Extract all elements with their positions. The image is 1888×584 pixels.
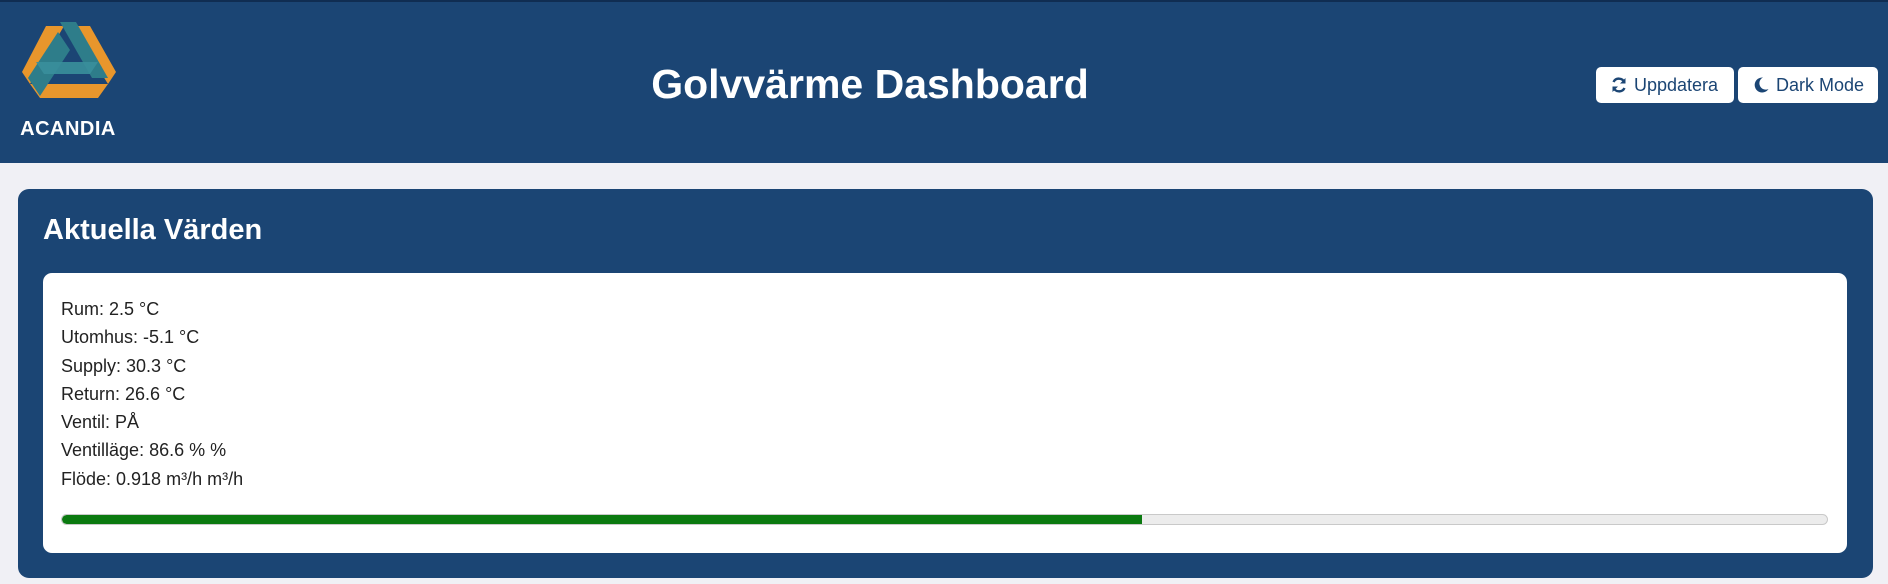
refresh-icon [1612, 77, 1626, 93]
room-temp-value: Rum: 2.5 °C [61, 299, 160, 319]
values-panel: Rum: 2.5 °C Utomhus: -5.1 °C Supply: 30.… [43, 273, 1847, 553]
current-values-card: Aktuella Värden Rum: 2.5 °C Utomhus: -5.… [18, 189, 1873, 578]
refresh-button-label: Uppdatera [1634, 75, 1719, 95]
valve-position-value: Ventilläge: 86.6 % % [61, 440, 227, 461]
page-title: Golvvärme Dashboard [651, 61, 1089, 107]
logo-text: ACANDIA [20, 118, 116, 140]
supply-temp-value: Supply: 30.3 °C [61, 355, 187, 376]
dark-mode-button[interactable]: Dark Mode [1738, 67, 1878, 103]
refresh-button[interactable]: Uppdatera [1596, 67, 1734, 103]
outdoor-temp-value: Utomhus: -5.1 °C [61, 327, 200, 348]
flow-value: Flöde: 0.918 m³/h m³/h [61, 468, 244, 489]
values-list: Rum: 2.5 °C Utomhus: -5.1 °C Supply: 30.… [61, 295, 243, 493]
valve-state-value: Ventil: PÅ [61, 412, 140, 433]
dark-mode-button-label: Dark Mode [1776, 75, 1865, 95]
progress-bar-fill [62, 515, 1143, 524]
header-bar: ACANDIA Golvvärme Dashboard Uppdatera Da… [0, 0, 1888, 163]
moon-icon [1754, 77, 1769, 93]
card-title: Aktuella Värden [43, 214, 263, 246]
return-temp-value: Return: 26.6 °C [61, 383, 186, 404]
progress-bar [61, 514, 1828, 525]
